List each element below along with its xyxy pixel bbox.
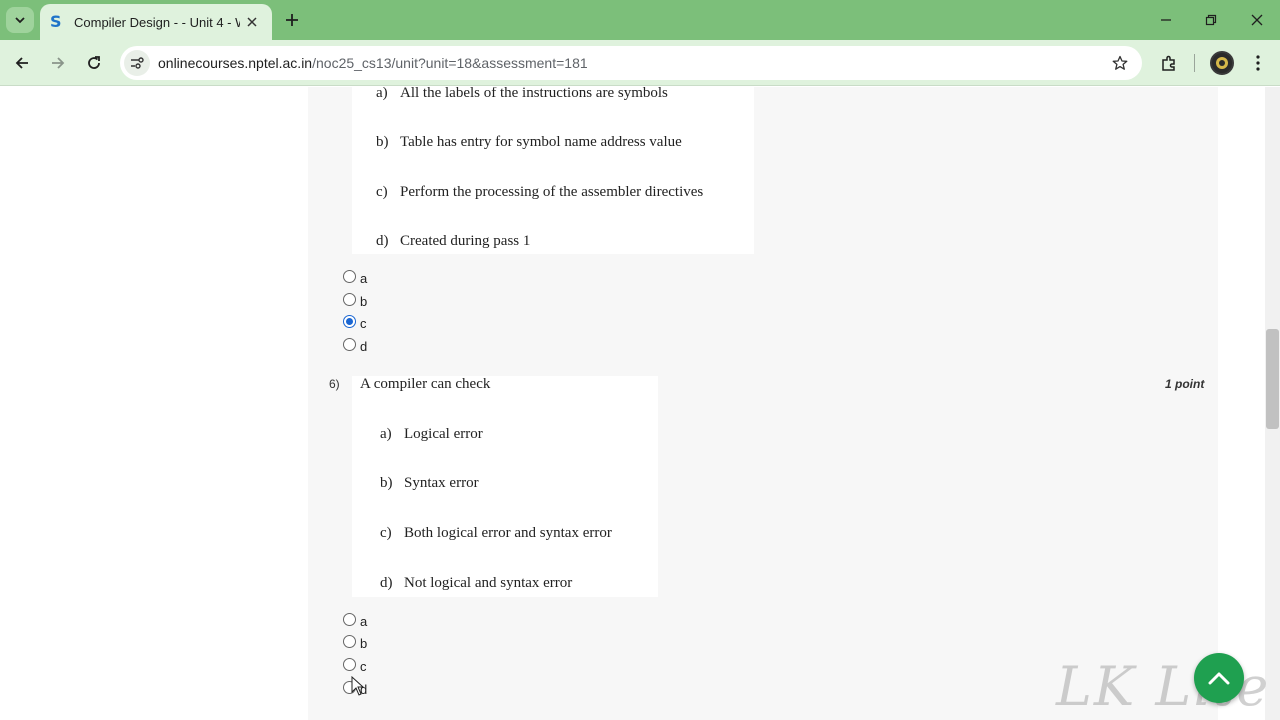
kebab-menu-icon (1256, 55, 1260, 71)
bookmark-button[interactable] (1110, 53, 1130, 73)
back-icon (15, 57, 28, 69)
url-host: onlinecourses.nptel.ac.in (158, 55, 313, 71)
radio-button-selected[interactable] (343, 314, 356, 328)
address-bar[interactable]: onlinecourses.nptel.ac.in/noc25_cs13/uni… (120, 46, 1142, 80)
plus-icon (286, 14, 298, 26)
active-tab[interactable]: S Compiler Design - - Unit 4 - We (40, 4, 272, 40)
scroll-to-top-button[interactable] (1194, 653, 1244, 703)
minimize-button[interactable] (1152, 8, 1180, 32)
site-favicon: S (50, 12, 62, 31)
extensions-button[interactable] (1156, 50, 1182, 76)
radio-button[interactable] (343, 269, 356, 283)
q5-option-d: d) Created during pass 1 (376, 233, 531, 249)
new-tab-button[interactable] (280, 8, 304, 32)
q5-choice-b[interactable]: b (343, 289, 367, 309)
radio-button[interactable] (343, 657, 356, 671)
question-6-image: A compiler can check a) Logical error b) S… (352, 376, 658, 597)
q5-choice-c[interactable]: c (343, 311, 367, 331)
tab-title: Compiler Design - - Unit 4 - We (74, 14, 240, 30)
q6-stem: A compiler can check (360, 376, 491, 392)
scrollbar-thumb[interactable] (1266, 329, 1279, 429)
close-window-button[interactable] (1243, 8, 1271, 32)
restore-button[interactable] (1197, 8, 1225, 32)
q6-option-b: b) Syntax error (380, 475, 479, 491)
minimize-icon (1161, 19, 1171, 21)
radio-button[interactable] (343, 634, 356, 648)
chevron-down-icon (15, 17, 25, 24)
mouse-cursor-icon (351, 676, 365, 696)
forward-icon (52, 57, 65, 69)
q6-option-d: d) Not logical and syntax error (380, 575, 573, 591)
radio-button[interactable] (343, 337, 356, 351)
back-button[interactable] (8, 49, 36, 77)
close-icon (247, 17, 257, 27)
question-6-points: 1 point (1165, 377, 1205, 391)
browser-menu-button[interactable] (1246, 50, 1270, 76)
q5-choice-a[interactable]: a (343, 266, 367, 286)
q6-choice-c[interactable]: c (343, 654, 367, 674)
tab-search-button[interactable] (6, 7, 34, 33)
q6-choice-a[interactable]: a (343, 609, 367, 629)
avatar-icon (1216, 57, 1228, 69)
q5-choice-d[interactable]: d (343, 334, 367, 354)
page-viewport: a) All the labels of the instructions are… (0, 87, 1280, 720)
site-info-button[interactable] (124, 50, 150, 76)
forward-button[interactable] (44, 49, 72, 77)
radio-button[interactable] (343, 612, 356, 626)
q5-option-a: a) All the labels of the instructions are… (376, 87, 668, 101)
q6-choice-b[interactable]: b (343, 631, 367, 651)
toolbar-divider (1194, 54, 1195, 72)
question-6-number: 6) (329, 377, 340, 391)
site-info-icon (131, 57, 144, 69)
radio-button[interactable] (343, 292, 356, 306)
q5-option-b: b) Table has entry for symbol name addres… (376, 134, 682, 150)
close-window-icon (1251, 14, 1263, 26)
url-path: /noc25_cs13/unit?unit=18&assessment=181 (312, 55, 588, 71)
extensions-icon (1162, 55, 1175, 71)
q5-option-c: c) Perform the processing of the assemble… (376, 184, 704, 200)
reload-button[interactable] (80, 49, 108, 77)
url-text: onlinecourses.nptel.ac.in/noc25_cs13/uni… (158, 55, 588, 71)
question-5-image: a) All the labels of the instructions are… (352, 87, 754, 254)
tab-close-button[interactable] (242, 12, 262, 32)
browser-toolbar: onlinecourses.nptel.ac.in/noc25_cs13/uni… (0, 40, 1280, 86)
tab-strip: S Compiler Design - - Unit 4 - We (0, 0, 1280, 40)
reload-icon (88, 56, 100, 69)
star-icon (1112, 55, 1128, 70)
q6-option-c: c) Both logical error and syntax error (380, 525, 612, 541)
q6-option-a: a) Logical error (380, 426, 483, 442)
profile-avatar[interactable] (1210, 51, 1234, 75)
restore-icon (1205, 14, 1217, 26)
chevron-up-icon (1208, 672, 1230, 685)
